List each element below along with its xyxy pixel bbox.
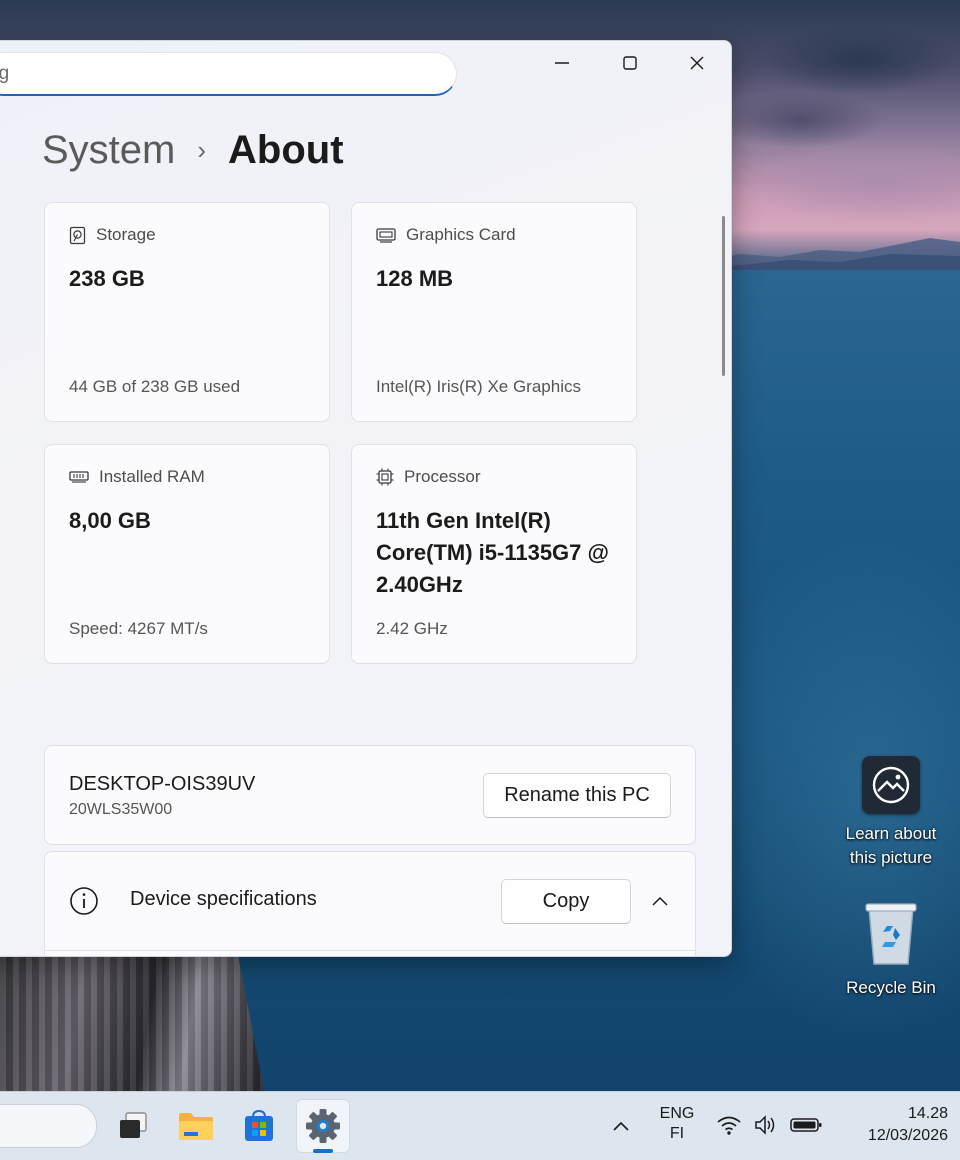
graphics-card-icon	[376, 228, 396, 243]
ram-speed: Speed: 4267 MT/s	[69, 619, 208, 638]
recycle-bin-shortcut[interactable]: Recycle Bin	[836, 902, 946, 1000]
specs-divider	[45, 950, 695, 951]
close-icon	[690, 56, 704, 70]
chevron-up-icon	[613, 1121, 629, 1131]
copy-specs-button[interactable]: Copy	[501, 879, 631, 924]
taskbar-search-box[interactable]	[0, 1104, 97, 1148]
clock[interactable]: 14.28 12/03/2026	[828, 1103, 948, 1147]
taskbar: ENG FI 14.28 12/03/2026	[0, 1091, 960, 1160]
device-specifications-label: Device specifications	[130, 888, 317, 910]
system-tray-status[interactable]	[716, 1110, 826, 1140]
gear-icon	[306, 1109, 340, 1143]
settings-search-input[interactable]	[0, 53, 430, 95]
wifi-icon	[717, 1116, 741, 1135]
info-icon	[70, 887, 98, 915]
processor-label: Processor	[404, 467, 481, 486]
learn-about-picture-tile	[862, 756, 920, 814]
settings-search-box[interactable]	[0, 52, 457, 96]
active-app-indicator	[313, 1149, 333, 1153]
graphics-value: 128 MB	[376, 266, 454, 291]
graphics-model: Intel(R) Iris(R) Xe Graphics	[376, 377, 581, 396]
processor-card-header: Processor	[376, 467, 481, 487]
pc-name-panel: DESKTOP-OIS39UV 20WLS35W00 Rename this P…	[44, 745, 696, 845]
language-indicator[interactable]: ENG FI	[652, 1105, 702, 1143]
pc-model: 20WLS35W00	[69, 801, 173, 818]
breadcrumb-system[interactable]: System	[42, 128, 175, 173]
file-explorer-button[interactable]	[169, 1099, 223, 1153]
task-view-button[interactable]	[106, 1099, 160, 1153]
ram-card-header: Installed RAM	[69, 467, 205, 487]
ram-value: 8,00 GB	[69, 508, 151, 533]
page-title: About	[228, 127, 344, 172]
learn-about-picture-label-1: Learn about	[845, 824, 937, 843]
pc-name: DESKTOP-OIS39UV	[69, 773, 256, 795]
clock-time: 14.28	[907, 1105, 948, 1122]
storage-value: 238 GB	[69, 266, 145, 291]
rename-pc-button[interactable]: Rename this PC	[483, 773, 671, 818]
recycle-bin-icon	[865, 903, 917, 965]
processor-value: 11th Gen Intel(R) Core(TM) i5-1135G7 @ 2…	[376, 508, 609, 597]
memory-icon	[69, 471, 89, 483]
storage-label: Storage	[96, 225, 156, 244]
clock-date: 12/03/2026	[867, 1127, 948, 1144]
storage-card[interactable]: Storage 238 GB 44 GB of 238 GB used	[44, 202, 330, 422]
wallpaper-pier	[0, 955, 265, 1095]
keyboard-layout-code: FI	[669, 1125, 685, 1142]
language-code: ENG	[659, 1105, 695, 1122]
storage-card-header: Storage	[69, 225, 156, 245]
graphics-label: Graphics Card	[406, 225, 516, 244]
ram-card[interactable]: Installed RAM 8,00 GB Speed: 4267 MT/s	[44, 444, 330, 664]
close-button[interactable]	[665, 41, 729, 85]
learn-about-picture-label-2: this picture	[849, 848, 933, 867]
volume-icon	[755, 1115, 775, 1135]
collapse-specs-button[interactable]	[645, 886, 675, 916]
maximize-button[interactable]	[598, 41, 662, 85]
learn-about-picture-shortcut[interactable]: Learn about this picture	[836, 756, 946, 870]
breadcrumb: System › About	[42, 125, 344, 175]
processor-clock: 2.42 GHz	[376, 619, 448, 638]
settings-app-button[interactable]	[296, 1099, 350, 1153]
show-hidden-icons-button[interactable]	[608, 1114, 634, 1138]
folder-icon	[179, 1113, 213, 1140]
microsoft-store-button[interactable]	[232, 1099, 286, 1153]
graphics-card-header: Graphics Card	[376, 225, 516, 245]
hard-drive-icon	[69, 226, 86, 244]
maximize-icon	[623, 56, 637, 70]
settings-window: System › About Storage 238 GB 44 GB of 2…	[0, 40, 732, 957]
graphics-card[interactable]: Graphics Card 128 MB Intel(R) Iris(R) Xe…	[351, 202, 637, 422]
storage-usage: 44 GB of 238 GB used	[69, 377, 241, 396]
ram-label: Installed RAM	[99, 467, 205, 486]
store-icon	[245, 1109, 273, 1141]
processor-icon	[376, 468, 394, 486]
battery-icon	[790, 1118, 822, 1132]
task-view-icon	[120, 1112, 147, 1138]
minimize-icon	[555, 62, 569, 64]
content-scrollbar[interactable]	[722, 216, 725, 376]
chevron-up-icon	[652, 896, 668, 906]
processor-card[interactable]: Processor 11th Gen Intel(R) Core(TM) i5-…	[351, 444, 637, 664]
breadcrumb-chevron-icon: ›	[197, 134, 207, 165]
device-specifications-panel[interactable]: Device specifications Copy	[44, 851, 696, 956]
camera-lens-icon	[872, 766, 910, 804]
minimize-button[interactable]	[530, 41, 594, 85]
recycle-bin-label: Recycle Bin	[846, 978, 936, 997]
